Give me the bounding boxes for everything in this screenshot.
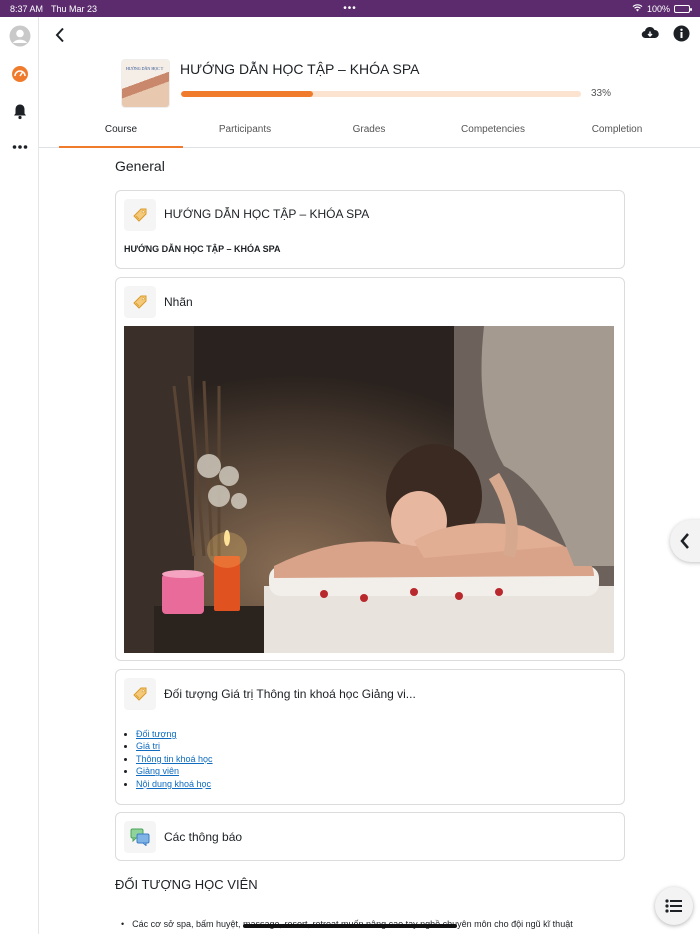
status-date: Thu Mar 23 [51,3,98,14]
more-menu-button[interactable] [0,144,39,150]
section-heading: ĐỐI TƯỢNG HỌC VIÊN [115,877,258,892]
section-title: General [115,158,165,174]
back-button[interactable] [49,24,71,46]
status-time: 8:37 AM [10,3,44,14]
spa-massage-image [124,326,614,653]
link-thong-tin-khoa-hoc[interactable]: Thông tin khoá học [136,754,213,764]
link-giang-vien[interactable]: Giảng viên [136,766,179,776]
more-icon [12,145,27,149]
activity-name[interactable]: Các thông báo [164,830,242,844]
activity-card[interactable]: HƯỚNG DẪN HỌC TẬP – KHÓA SPA HƯỚNG DẪN H… [115,190,625,269]
activity-card[interactable]: Nhãn [115,277,625,661]
tab-competencies[interactable]: Competencies [431,117,555,148]
course-progress-fill [181,91,313,97]
tab-course[interactable]: Course [59,117,183,148]
thumbnail-text: HƯỚNG DẪN HỌC T [126,66,164,71]
list-item: Đối tượng [136,728,213,740]
side-rail [0,17,39,934]
info-icon [673,25,690,42]
multitasking-dots-icon[interactable]: ••• [343,3,357,14]
course-index-button[interactable] [655,887,693,925]
list-item: Thông tin khoá học [136,753,213,765]
tab-participants[interactable]: Participants [183,117,307,148]
label-icon [124,286,156,318]
activity-name[interactable]: Đối tượng Giá trị Thông tin khoá học Giả… [164,687,416,701]
list-item: Giảng viên [136,765,213,777]
course-thumbnail: HƯỚNG DẪN HỌC T [121,59,170,108]
link-doi-tuong[interactable]: Đối tượng [136,729,176,739]
list-item: Giá trị [136,740,213,752]
label-icon [124,678,156,710]
list-icon [665,899,682,913]
bell-icon [13,104,26,120]
download-button[interactable] [641,25,659,47]
battery-percent: 100% [646,3,670,14]
link-noi-dung-khoa-hoc[interactable]: Nội dung khoá học [136,779,211,789]
activity-description: HƯỚNG DẪN HỌC TẬP – KHÓA SPA [124,244,281,254]
tab-grades[interactable]: Grades [307,117,431,148]
course-progress-bar [181,91,581,97]
user-avatar[interactable] [0,25,39,47]
activity-name[interactable]: Nhãn [164,295,193,309]
link-gia-tri[interactable]: Giá trị [136,741,160,751]
activity-card[interactable]: Đối tượng Giá trị Thông tin khoá học Giả… [115,669,625,805]
course-header: HƯỚNG DẪN HỌC T HƯỚNG DẪN HỌC TẬP – KHÓA… [39,17,700,148]
chevron-left-icon [55,27,64,43]
notifications-button[interactable] [0,103,39,120]
course-tabs: Course Participants Grades Competencies … [39,117,700,148]
home-indicator[interactable] [243,924,457,928]
course-content: General HƯỚNG DẪN HỌC TẬP – KHÓA SPA HƯỚ… [39,148,700,934]
activity-card[interactable]: Các thông báo [115,812,625,861]
avatar-icon [9,25,30,47]
tab-completion[interactable]: Completion [555,117,679,148]
course-title: HƯỚNG DẪN HỌC TẬP – KHÓA SPA [180,61,420,77]
cloud-download-icon [641,26,659,39]
label-icon [124,199,156,231]
dashboard-icon [11,66,28,82]
chevron-left-icon [680,533,689,549]
info-button[interactable] [673,25,690,47]
course-progress-label: 33% [591,88,612,99]
dashboard-button[interactable] [0,65,39,83]
link-list: Đối tượng Giá trị Thông tin khoá học Giả… [136,728,213,790]
list-item: Nội dung khoá học [136,778,213,790]
activity-name[interactable]: HƯỚNG DẪN HỌC TẬP – KHÓA SPA [164,207,369,221]
status-bar: 8:37 AM Thu Mar 23 ••• 100% [0,0,700,17]
battery-icon [674,4,692,13]
wifi-icon [632,3,643,14]
forum-icon [124,821,156,853]
